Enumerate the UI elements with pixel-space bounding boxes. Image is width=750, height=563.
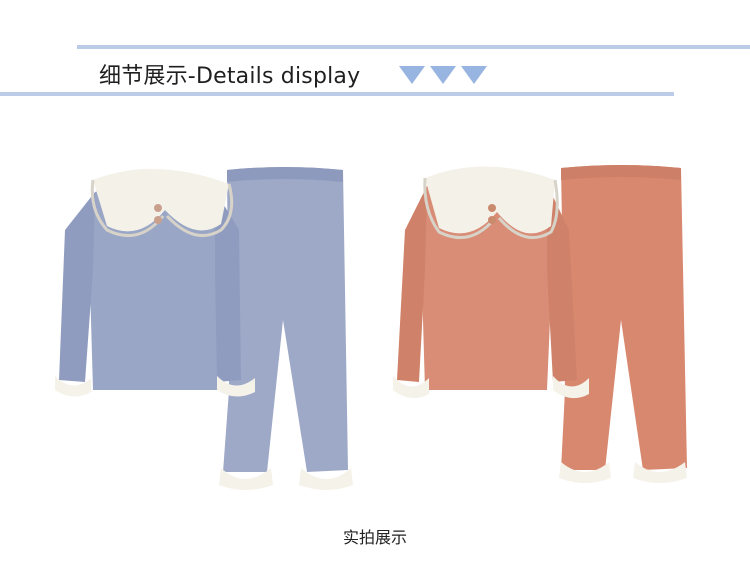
triangle-down-icon [399, 66, 425, 84]
triangle-down-icon [461, 66, 487, 84]
photo-caption: 实拍展示 [342, 528, 407, 547]
top-blue [55, 168, 255, 397]
section-title: 细节展示-Details display [99, 64, 361, 89]
decorative-arrows [399, 66, 487, 84]
triangle-down-icon [430, 66, 456, 84]
pants-coral [559, 165, 687, 483]
top-coral [393, 166, 589, 399]
product-photo-blue [55, 167, 353, 490]
top-divider [77, 45, 750, 49]
bottom-divider [0, 92, 674, 96]
product-photo-coral [393, 165, 687, 483]
